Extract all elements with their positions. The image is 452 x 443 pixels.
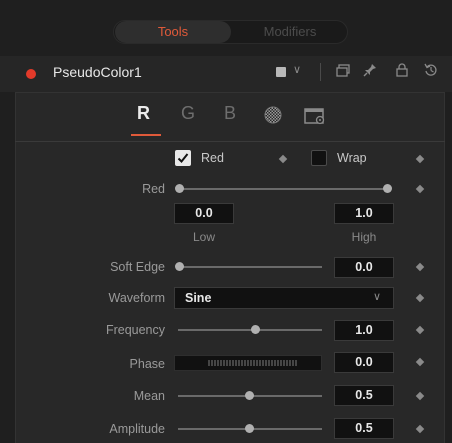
header-divider: [320, 63, 321, 81]
chevron-down-icon[interactable]: ∨: [293, 63, 301, 76]
phase-label: Phase: [129, 357, 165, 371]
tab-channel-g[interactable]: G: [181, 103, 195, 124]
soft-edge-field[interactable]: 0.0: [334, 257, 394, 278]
red-range-label: Red: [142, 182, 165, 196]
settings-icon[interactable]: [304, 107, 328, 130]
versions-icon[interactable]: [336, 64, 350, 83]
red-low-field[interactable]: 0.0: [174, 203, 234, 224]
frequency-label: Frequency: [105, 323, 165, 337]
tool-name[interactable]: PseudoColor1: [53, 64, 142, 80]
waveform-label: Waveform: [108, 291, 166, 305]
tools-modifiers-switch: Tools Modifiers: [113, 20, 348, 44]
common-controls-icon[interactable]: [264, 106, 282, 129]
color-swatch-icon[interactable]: [276, 67, 286, 77]
tool-enable-dot[interactable]: [26, 69, 36, 79]
red-checkbox-label: Red: [201, 151, 224, 165]
phase-thumbwheel[interactable]: [174, 355, 322, 371]
red-range-low-knob[interactable]: [175, 184, 184, 193]
red-high-field[interactable]: 1.0: [334, 203, 394, 224]
active-tab-underline: [131, 134, 161, 136]
pin-icon[interactable]: [363, 63, 377, 82]
wrap-checkbox[interactable]: [311, 150, 327, 166]
red-checkbox[interactable]: [175, 150, 191, 166]
soft-edge-knob[interactable]: [175, 262, 184, 271]
tab-channel-b[interactable]: B: [224, 103, 236, 124]
red-range-high-knob[interactable]: [383, 184, 392, 193]
amplitude-label: Amplitude: [109, 422, 165, 436]
tab-modifiers[interactable]: Modifiers: [232, 21, 348, 43]
frequency-track[interactable]: [178, 329, 322, 331]
checkmark-icon: [177, 153, 189, 163]
red-range-track[interactable]: [178, 188, 388, 190]
low-label: Low: [192, 230, 215, 244]
tab-tools[interactable]: Tools: [115, 21, 231, 43]
mean-knob[interactable]: [245, 391, 254, 400]
amplitude-knob[interactable]: [245, 424, 254, 433]
tab-channel-r[interactable]: R: [137, 103, 150, 124]
reset-icon[interactable]: [424, 63, 438, 82]
mean-field[interactable]: 0.5: [334, 385, 394, 406]
wrap-checkbox-label: Wrap: [337, 151, 367, 165]
frequency-knob[interactable]: [251, 325, 260, 334]
soft-edge-track[interactable]: [178, 266, 322, 268]
frequency-field[interactable]: 1.0: [334, 320, 394, 341]
amplitude-field[interactable]: 0.5: [334, 418, 394, 439]
waveform-selected-value: Sine: [185, 291, 212, 305]
tab-divider: [15, 141, 445, 142]
phase-field[interactable]: 0.0: [334, 352, 394, 373]
mean-label: Mean: [133, 389, 165, 403]
high-label: High: [351, 230, 377, 244]
lock-icon[interactable]: [396, 63, 408, 82]
chevron-down-icon: ∨: [372, 291, 381, 303]
thumbwheel-ticks: [208, 360, 297, 366]
soft-edge-label: Soft Edge: [110, 260, 165, 274]
waveform-dropdown[interactable]: Sine ∨: [174, 287, 394, 309]
